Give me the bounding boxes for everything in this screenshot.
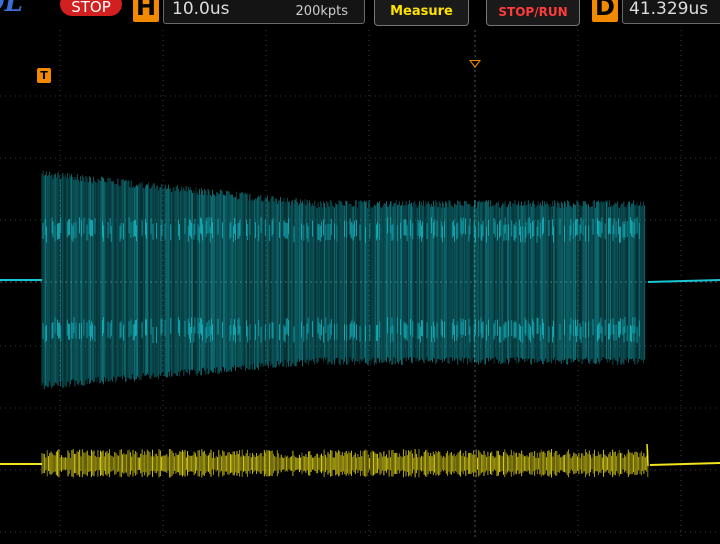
status-bar: OL STOP H 10.0us 200kpts Measure STOP/RU…	[0, 0, 720, 30]
memory-depth: 200kpts	[295, 4, 348, 19]
channel-1-trace	[0, 170, 720, 390]
timebase-value: 10.0us	[172, 0, 230, 19]
horizontal-key[interactable]: H	[133, 0, 159, 22]
stop-run-button[interactable]: STOP/RUN	[486, 0, 580, 26]
delay-panel[interactable]: 41.329us	[622, 0, 720, 24]
delay-value: 41.329us	[629, 0, 709, 19]
delay-key[interactable]: D	[592, 0, 618, 22]
horizontal-panel[interactable]: 10.0us 200kpts	[163, 0, 365, 24]
channel-2-trace	[0, 443, 720, 478]
trigger-position-marker[interactable]	[469, 60, 481, 68]
waveform-display[interactable]: T	[0, 30, 720, 540]
run-state-badge[interactable]: STOP	[60, 0, 122, 16]
brand-logo: OL	[0, 0, 23, 18]
waveform-canvas	[0, 30, 720, 540]
trigger-level-marker[interactable]: T	[37, 68, 51, 83]
measure-button[interactable]: Measure	[374, 0, 469, 26]
